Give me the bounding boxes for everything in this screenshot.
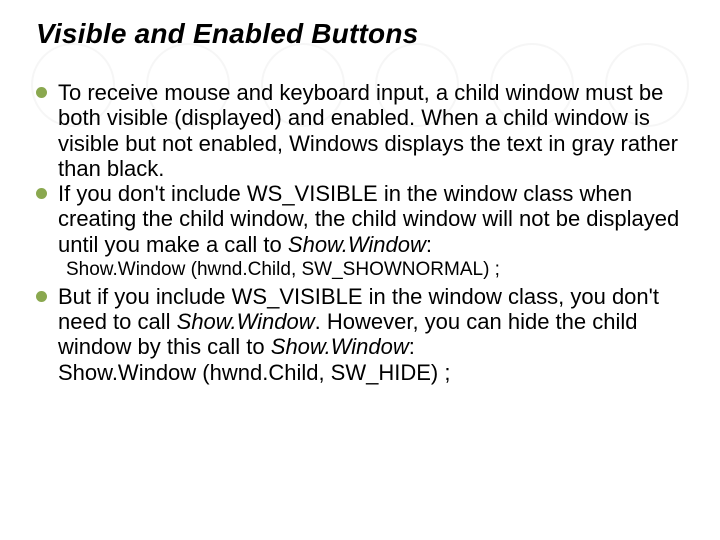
- code-line: Show.Window (hwnd.Child, SW_HIDE) ;: [36, 360, 684, 385]
- function-name: Show.Window: [177, 309, 315, 334]
- bullet-item: If you don't include WS_VISIBLE in the w…: [36, 181, 684, 257]
- bullet-text: :: [409, 334, 415, 359]
- bullet-text: :: [426, 232, 432, 257]
- code-line: Show.Window (hwnd.Child, SW_SHOWNORMAL) …: [36, 259, 684, 282]
- bullet-item: To receive mouse and keyboard input, a c…: [36, 80, 684, 181]
- bullet-text: To receive mouse and keyboard input, a c…: [58, 80, 678, 181]
- bullet-item: But if you include WS_VISIBLE in the win…: [36, 284, 684, 360]
- slide-title: Visible and Enabled Buttons: [36, 18, 684, 50]
- function-name: Show.Window: [271, 334, 409, 359]
- bullet-list: But if you include WS_VISIBLE in the win…: [36, 284, 684, 360]
- function-name: Show.Window: [288, 232, 426, 257]
- bullet-list: To receive mouse and keyboard input, a c…: [36, 80, 684, 257]
- slide-content: Visible and Enabled Buttons To receive m…: [0, 0, 720, 385]
